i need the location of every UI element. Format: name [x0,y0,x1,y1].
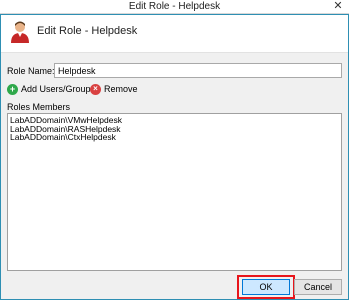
remove-icon: × [90,83,101,95]
ok-button[interactable]: OK [242,279,290,295]
title-bar[interactable]: Edit Role - Helpdesk ✕ [0,0,349,14]
close-button[interactable]: ✕ [327,0,349,14]
dialog-body: Edit Role - Helpdesk Role Name: + Add Us… [1,15,348,299]
list-item[interactable]: LabADDomain\CtxHelpdesk [10,133,339,142]
add-icon: + [7,83,18,95]
role-name-input[interactable] [54,63,342,78]
cancel-button[interactable]: Cancel [294,279,342,295]
role-name-label: Role Name: [7,66,55,76]
roles-members-label: Roles Members [7,102,71,112]
dialog-footer: OK Cancel [1,274,348,299]
add-users-groups-label: Add Users/Groups [21,84,96,94]
edit-role-dialog: Edit Role - Helpdesk ✕ Edit Role - Helpd… [0,0,349,300]
dialog-header: Edit Role - Helpdesk [1,15,348,53]
roles-members-list[interactable]: LabADDomain\VMwHelpdesk LabADDomain\RASH… [7,113,342,271]
remove-button[interactable]: × Remove [90,82,138,96]
window-title: Edit Role - Helpdesk [128,1,221,12]
user-role-icon [11,21,29,43]
add-users-groups-button[interactable]: + Add Users/Groups [7,82,95,96]
header-title: Edit Role - Helpdesk [37,25,138,37]
remove-label: Remove [104,84,138,94]
close-icon: ✕ [333,0,343,12]
